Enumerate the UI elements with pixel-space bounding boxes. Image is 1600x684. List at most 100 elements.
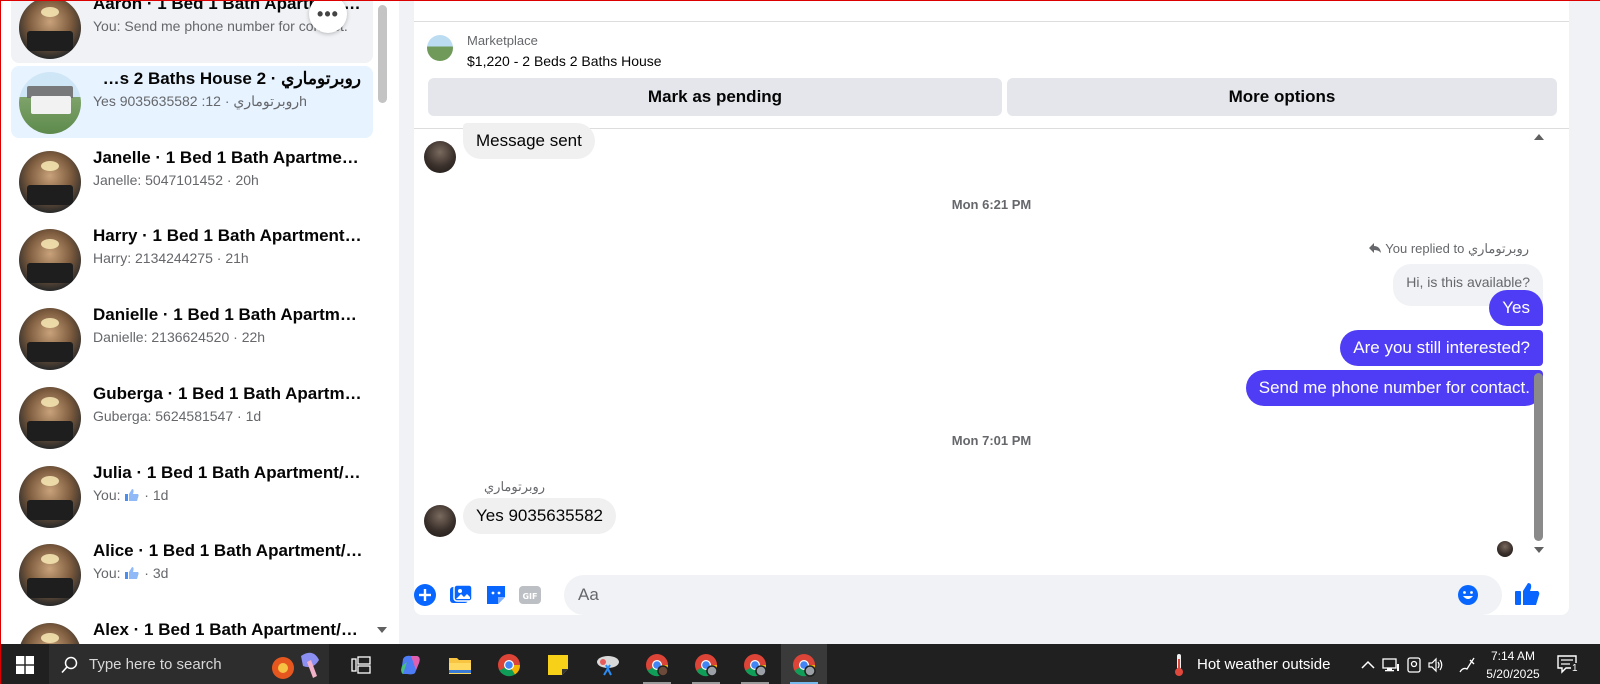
message-timestamp: Mon 7:01 PM <box>951 433 1032 448</box>
reply-indicator: You replied to روبرتوماري <box>1368 241 1529 257</box>
listing-thumbnail <box>19 151 81 213</box>
listing-thumbnail <box>19 623 81 644</box>
search-placeholder: Type here to search <box>89 656 222 673</box>
scroll-up-arrow[interactable] <box>1534 134 1544 140</box>
sidebar-scrollbar[interactable] <box>375 1 389 644</box>
emoji-icon[interactable] <box>1457 584 1479 606</box>
header-divider <box>414 21 1569 22</box>
photo-icon[interactable] <box>449 583 473 607</box>
conversation-item-danielle[interactable]: Danielle · 1 Bed 1 Bath Apartment/condo … <box>11 302 373 374</box>
outgoing-message: Send me phone number for contact. <box>1245 370 1543 406</box>
clock-date: 5/20/2025 <box>1486 667 1540 681</box>
contact-avatar[interactable] <box>424 141 456 173</box>
conversation-item-alex[interactable]: Alex · 1 Bed 1 Bath Apartment/condo <box>11 617 373 644</box>
conversation-preview: You: · 1d <box>93 487 169 503</box>
taskbar-app-copilot[interactable] <box>388 644 434 684</box>
conversation-item-aaron[interactable]: Aaron · 1 Bed 1 Bath Apartment/condo You… <box>11 1 373 63</box>
conversation-name: Danielle · 1 Bed 1 Bath Apartment/condo <box>93 305 363 324</box>
listing-thumbnail <box>19 229 81 291</box>
thermometer-icon <box>1175 653 1183 676</box>
windows-taskbar: Type here to search Hot weather outside … <box>1 644 1600 684</box>
taskbar-search-box[interactable]: Type here to search <box>49 644 329 684</box>
chrome-icon <box>744 653 767 677</box>
taskbar-app-chrome-profile-4[interactable] <box>781 644 827 684</box>
outgoing-message: Are you still interested? <box>1340 330 1543 366</box>
conversation-name: روبرتوماري · Beds 2 Baths House 2 <box>99 69 361 88</box>
like-icon <box>125 567 140 579</box>
chrome-icon <box>498 653 521 676</box>
conversation-item-alice[interactable]: Alice · 1 Bed 1 Bath Apartment/condo You… <box>11 538 373 610</box>
windows-logo-icon <box>16 655 34 674</box>
like-icon <box>125 489 140 501</box>
conversation-item-julia[interactable]: Julia · 1 Bed 1 Bath Apartment/condo You… <box>11 460 373 532</box>
search-icon <box>61 656 78 674</box>
conversation-list: Aaron · 1 Bed 1 Bath Apartment/condo You… <box>1 1 381 644</box>
chevron-up-icon[interactable] <box>1359 656 1377 674</box>
marketplace-label: Marketplace <box>467 33 538 48</box>
notification-center-button[interactable]: 1 <box>1556 654 1580 676</box>
conversation-item-guberga[interactable]: Guberga · 1 Bed 1 Bath Apartment/condo G… <box>11 381 373 453</box>
listing-thumbnail <box>19 72 81 134</box>
incoming-message: Message sent <box>463 123 595 159</box>
taskbar-app-chrome-profile-3[interactable] <box>732 644 778 684</box>
task-view-icon <box>351 655 371 674</box>
listing-image <box>427 35 453 61</box>
conversation-preview: Guberga: 5624581547 · 1d <box>93 408 262 424</box>
listing-thumbnail <box>19 544 81 606</box>
system-clock[interactable]: 7:14 AM 5/20/2025 <box>1481 647 1545 683</box>
conversation-item-harry[interactable]: Harry · 1 Bed 1 Bath Apartment/condo Har… <box>11 223 373 295</box>
conversation-preview: Danielle: 2136624520 · 22h <box>93 329 266 345</box>
scroll-down-arrow[interactable] <box>377 627 387 633</box>
taskbar-app-chrome-profile-1[interactable] <box>634 644 680 684</box>
listing-thumbnail <box>19 387 81 449</box>
taskbar-app-sticky-notes[interactable] <box>535 644 581 684</box>
conversation-name: Alex · 1 Bed 1 Bath Apartment/condo <box>93 620 363 639</box>
weather-text: Hot weather outside <box>1197 656 1331 673</box>
message-input[interactable] <box>564 575 1502 615</box>
gif-icon[interactable]: GIF <box>518 583 542 607</box>
conversation-name: Julia · 1 Bed 1 Bath Apartment/condo <box>93 463 363 482</box>
conversation-name: Alice · 1 Bed 1 Bath Apartment/condo <box>93 541 363 560</box>
volume-icon[interactable] <box>1427 656 1445 674</box>
listing-thumbnail <box>19 1 81 59</box>
chrome-icon <box>646 653 669 677</box>
scrollbar-thumb[interactable] <box>378 5 387 103</box>
conversation-name: Janelle · 1 Bed 1 Bath Apartment/condo <box>93 148 363 167</box>
meet-now-icon[interactable] <box>1405 656 1423 674</box>
mark-as-pending-button[interactable]: Mark as pending <box>428 78 1002 116</box>
incoming-message: Yes 9035635582 <box>463 498 617 534</box>
taskbar-app-chrome-profile-2[interactable] <box>683 644 729 684</box>
plus-icon[interactable] <box>413 583 437 607</box>
chat-scrollbar[interactable] <box>1532 131 1546 556</box>
message-timestamp: Mon 6:21 PM <box>951 197 1032 212</box>
task-view-button[interactable] <box>338 644 384 684</box>
more-options-button[interactable]: More options <box>1007 78 1557 116</box>
conversation-item-active[interactable]: روبرتوماري · Beds 2 Baths House 2 Yes 90… <box>11 66 373 138</box>
network-icon[interactable] <box>1382 656 1400 674</box>
scroll-down-arrow[interactable] <box>1534 547 1544 553</box>
conversation-preview: Yes 9035635582 :روبرتوماري · 12h <box>93 93 307 109</box>
listing-title[interactable]: $1,220 - 2 Beds 2 Baths House <box>467 53 662 69</box>
copilot-icon <box>401 655 420 674</box>
pen-icon[interactable] <box>1458 656 1476 674</box>
reply-icon <box>1368 243 1381 253</box>
taskbar-app-snipping-tool[interactable] <box>585 644 631 684</box>
seen-indicator-avatar <box>1497 541 1513 557</box>
conversation-name: Harry · 1 Bed 1 Bath Apartment/condo <box>93 226 363 245</box>
clock-time: 7:14 AM <box>1490 649 1536 663</box>
notification-count: 1 <box>1571 663 1579 674</box>
sticker-icon[interactable] <box>484 583 508 607</box>
chrome-icon <box>695 653 718 677</box>
taskbar-app-file-explorer[interactable] <box>437 644 483 684</box>
scrollbar-thumb[interactable] <box>1534 373 1543 541</box>
snipping-tool-icon <box>597 655 619 676</box>
weather-widget[interactable]: Hot weather outside <box>1171 644 1330 684</box>
start-button[interactable] <box>1 644 49 684</box>
conversation-preview: Janelle: 5047101452 · 20h <box>93 172 259 188</box>
conversation-item-janelle[interactable]: Janelle · 1 Bed 1 Bath Apartment/condo J… <box>11 145 373 217</box>
taskbar-app-chrome[interactable] <box>486 644 532 684</box>
like-send-icon[interactable] <box>1513 580 1541 608</box>
conversation-name: Guberga · 1 Bed 1 Bath Apartment/condo <box>93 384 363 403</box>
contact-avatar[interactable] <box>424 505 456 537</box>
conversation-preview: You: · 3d <box>93 565 169 581</box>
